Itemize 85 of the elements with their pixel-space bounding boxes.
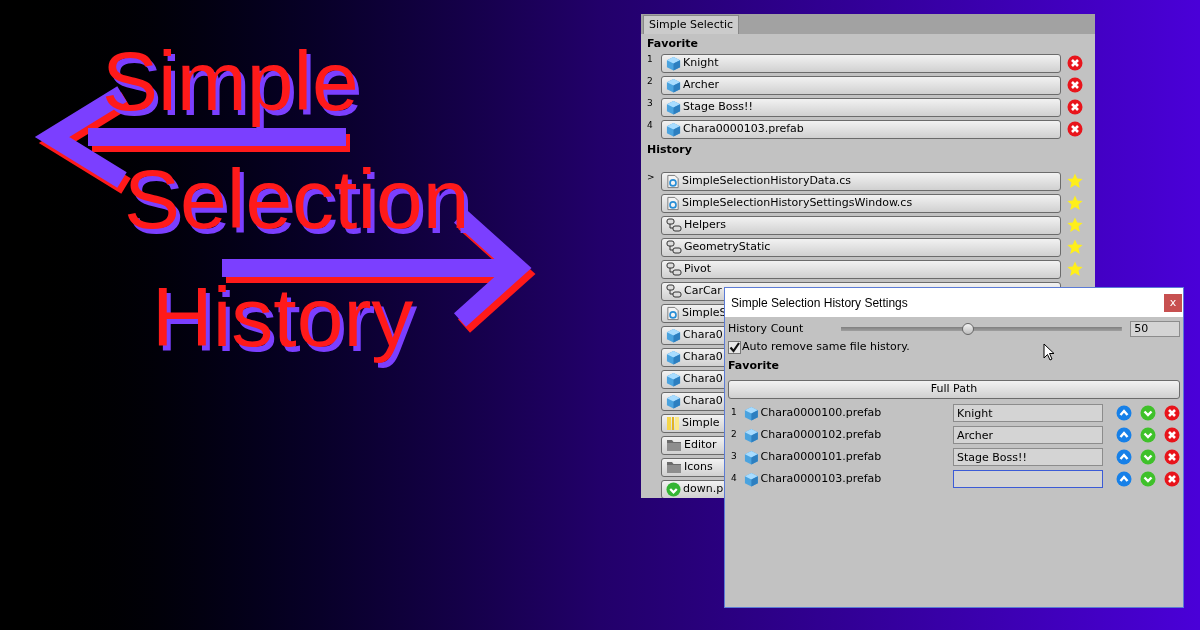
- move-up-icon[interactable]: [1116, 405, 1132, 421]
- file-name: Chara0000101.prefab: [759, 448, 883, 465]
- file-name: Chara0000102.prefab: [759, 426, 883, 443]
- favorite-item[interactable]: Knight: [661, 53, 1061, 73]
- remove-icon[interactable]: [1164, 471, 1180, 487]
- star-icon[interactable]: [1067, 261, 1083, 277]
- folder-icon: [666, 460, 682, 474]
- move-down-icon[interactable]: [1140, 449, 1156, 465]
- cube-icon: [666, 393, 681, 409]
- folder-icon: [666, 438, 682, 452]
- script-file-icon: [666, 173, 680, 189]
- row-number: 1: [647, 53, 654, 66]
- row-number: 4: [647, 119, 654, 132]
- section-heading: Favorite: [647, 36, 699, 52]
- window-title: Simple Selection History Settings: [731, 294, 908, 312]
- move-up-icon[interactable]: [1116, 427, 1132, 443]
- alias-field[interactable]: Knight: [953, 404, 1103, 422]
- checkbox-label: Auto remove same file history.: [742, 339, 910, 356]
- remove-icon[interactable]: [1164, 449, 1180, 465]
- move-down-icon[interactable]: [1140, 405, 1156, 421]
- row-number: 2: [647, 75, 654, 88]
- cube-icon: [666, 99, 681, 115]
- remove-icon[interactable]: [1164, 427, 1180, 443]
- remove-icon[interactable]: [1067, 55, 1083, 71]
- move-down-icon[interactable]: [1140, 471, 1156, 487]
- move-up-icon[interactable]: [1116, 471, 1132, 487]
- file-name: Chara0000100.prefab: [759, 404, 883, 421]
- cube-icon: [743, 471, 759, 487]
- cube-icon: [666, 371, 681, 387]
- star-icon[interactable]: [1067, 173, 1083, 189]
- move-down-icon[interactable]: [1140, 427, 1156, 443]
- alias-field[interactable]: Archer: [953, 426, 1103, 444]
- alias-field[interactable]: [953, 470, 1103, 488]
- remove-icon[interactable]: [1164, 405, 1180, 421]
- cube-icon: [666, 55, 681, 71]
- star-icon[interactable]: [1067, 239, 1083, 255]
- history-item[interactable]: Pivot: [661, 259, 1061, 279]
- remove-icon[interactable]: [1067, 121, 1083, 137]
- cube-icon: [666, 121, 681, 137]
- cube-icon: [743, 449, 759, 465]
- cube-icon: [743, 427, 759, 443]
- title-text: Selection: [124, 151, 470, 248]
- script-file-icon: [666, 195, 680, 211]
- file-name: Chara0000103.prefab: [759, 470, 883, 487]
- history-item[interactable]: GeometryStatic: [661, 237, 1061, 257]
- history-item[interactable]: Helpers: [661, 215, 1061, 235]
- title-text: Simple: [102, 33, 359, 130]
- linked-nodes-icon: [666, 261, 682, 277]
- remove-icon[interactable]: [1067, 77, 1083, 93]
- alias-field[interactable]: Stage Boss!!: [953, 448, 1103, 466]
- number-field[interactable]: 50: [1130, 321, 1180, 337]
- star-icon[interactable]: [1067, 195, 1083, 211]
- favorite-item[interactable]: Archer: [661, 75, 1061, 95]
- history-item[interactable]: SimpleSelectionHistoryData.cs: [661, 171, 1061, 191]
- row-number: 1: [730, 406, 738, 420]
- slider-thumb[interactable]: [961, 323, 974, 335]
- remove-icon[interactable]: [1067, 99, 1083, 115]
- window-tab[interactable]: Simple Selectic: [643, 15, 740, 34]
- cube-icon: [666, 349, 681, 365]
- row-number: 4: [730, 472, 738, 486]
- checkbox[interactable]: [728, 341, 741, 354]
- title-text: History: [152, 269, 414, 366]
- favorite-item[interactable]: Stage Boss!!: [661, 97, 1061, 117]
- star-icon[interactable]: [1067, 217, 1083, 233]
- field-label: History Count: [728, 320, 805, 337]
- striped-file-icon: [666, 415, 680, 431]
- history-item[interactable]: SimpleSelectionHistorySettingsWindow.cs: [661, 193, 1061, 213]
- check-circle-icon: [666, 481, 681, 497]
- full-path-button[interactable]: Full Path: [728, 379, 1180, 399]
- favorite-item[interactable]: Chara0000103.prefab: [661, 119, 1061, 139]
- cube-icon: [666, 327, 681, 343]
- linked-nodes-icon: [666, 283, 682, 299]
- cube-icon: [743, 405, 759, 421]
- close-button[interactable]: x: [1164, 293, 1182, 312]
- section-heading: History: [647, 142, 693, 158]
- linked-nodes-icon: [666, 217, 682, 233]
- row-number: 3: [730, 450, 738, 464]
- mouse-cursor-icon: [1043, 343, 1055, 362]
- cube-icon: [666, 77, 681, 93]
- linked-nodes-icon: [666, 239, 682, 255]
- row-number: 3: [647, 97, 654, 110]
- current-marker: >: [647, 171, 656, 184]
- section-heading: Favorite: [728, 358, 780, 374]
- row-number: 2: [730, 428, 738, 442]
- move-up-icon[interactable]: [1116, 449, 1132, 465]
